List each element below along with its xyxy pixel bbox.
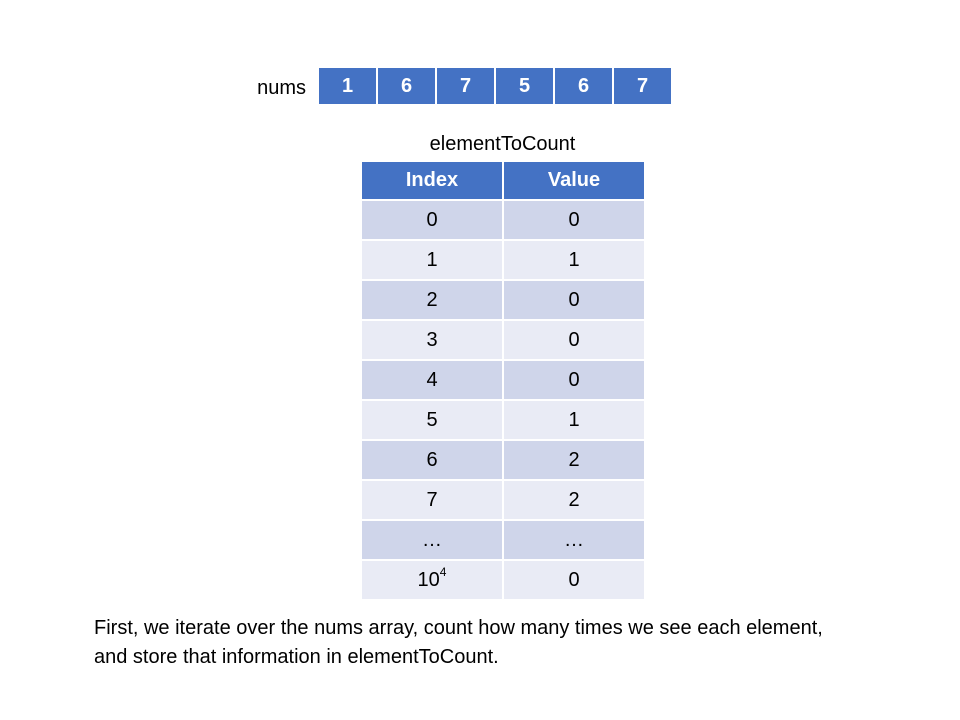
- table-caption: elementToCount: [429, 133, 576, 155]
- table-row: 3 0: [362, 320, 644, 361]
- table-row: 104 0: [362, 560, 644, 601]
- value-cell: 1: [503, 240, 644, 281]
- table-row: 5 1: [362, 400, 644, 441]
- index-cell: 7: [362, 480, 504, 521]
- index-base: 10: [417, 568, 440, 591]
- index-cell: 0: [362, 200, 504, 241]
- table-row: 1 1: [362, 240, 644, 281]
- value-cell: …: [503, 520, 644, 561]
- table-header-row: Index Value: [362, 162, 644, 201]
- nums-label: nums: [257, 77, 306, 99]
- value-cell: 0: [503, 360, 644, 401]
- index-exponent: 4: [439, 564, 447, 579]
- nums-cell: 7: [614, 68, 671, 104]
- nums-cell: 5: [496, 68, 555, 104]
- index-cell: 4: [362, 360, 504, 401]
- index-column-header: Index: [362, 162, 504, 201]
- index-cell: 1: [362, 240, 504, 281]
- nums-cell: 6: [555, 68, 614, 104]
- explanation-line-1: First, we iterate over the nums array, c…: [94, 617, 823, 639]
- value-cell: 2: [503, 440, 644, 481]
- table-row: 0 0: [362, 200, 644, 241]
- index-cell: 3: [362, 320, 504, 361]
- table-row: 7 2: [362, 480, 644, 521]
- table-row: … …: [362, 520, 644, 561]
- value-cell: 2: [503, 480, 644, 521]
- value-cell: 0: [503, 560, 644, 601]
- value-cell: 0: [503, 280, 644, 321]
- value-cell: 0: [503, 320, 644, 361]
- index-cell: 2: [362, 280, 504, 321]
- slide: nums 1 6 7 5 6 7 elementToCount Index Va…: [0, 0, 960, 720]
- nums-cell: 6: [378, 68, 437, 104]
- table-row: 2 0: [362, 280, 644, 321]
- table-row: 4 0: [362, 360, 644, 401]
- index-cell: 6: [362, 440, 504, 481]
- element-to-count-table: Index Value 0 0 1 1 2 0 3 0 4 0 5 1 6 2 …: [362, 162, 644, 601]
- index-cell: …: [362, 520, 504, 561]
- index-cell: 104: [362, 560, 504, 601]
- nums-cell: 1: [319, 68, 378, 104]
- nums-array: 1 6 7 5 6 7: [319, 68, 671, 104]
- explanation-line-2: and store that information in elementToC…: [94, 646, 499, 668]
- index-cell: 5: [362, 400, 504, 441]
- value-cell: 1: [503, 400, 644, 441]
- nums-cell: 7: [437, 68, 496, 104]
- table-row: 6 2: [362, 440, 644, 481]
- value-column-header: Value: [503, 162, 644, 201]
- value-cell: 0: [503, 200, 644, 241]
- explanation-text: First, we iterate over the nums array, c…: [94, 614, 924, 672]
